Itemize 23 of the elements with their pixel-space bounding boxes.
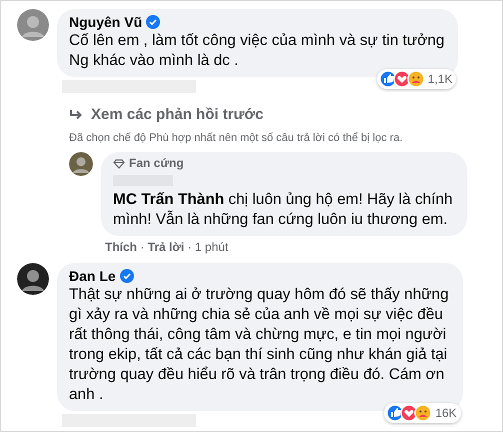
avatar[interactable] (17, 263, 49, 295)
reply-text: MC Trấn Thành chị luôn ủng hộ em! Hãy là chính mình! Vẫn là những fan cứng luôn iu thương em. (113, 190, 453, 230)
avatar[interactable] (69, 152, 93, 176)
diamond-icon (113, 158, 125, 168)
reaction-count: 1,1K (428, 71, 452, 88)
separator-dot: · (140, 240, 144, 254)
like-link[interactable]: Thích (105, 240, 137, 254)
fan-badge-label: Fan cứng (129, 156, 184, 171)
separator-dot: · (188, 240, 192, 254)
reaction-summary[interactable]: 16K (384, 403, 461, 423)
author-name[interactable]: Nguyên Vũ (69, 13, 142, 31)
reaction-count: 16K (435, 405, 457, 422)
comment-text: Thật sự những ai ở trường quay hôm đó sẽ thấy những gì xảy ra và những chia sẻ của anh về mọi sự việc đều rất thông thái, công tâm và chừng mực, e tin mọi người trong ekip, tất cả các bạn thí sinh cũng như khán giả tại trường quay đều hiểu rõ và trân trọng điều đó. Cám ơn anh . (69, 285, 449, 405)
reaction-icons (386, 404, 432, 422)
view-previous-replies-link[interactable]: Xem các phản hồi trước (91, 105, 264, 125)
reply-arrow-icon (69, 109, 83, 121)
timestamp: 1 phút (194, 240, 228, 254)
reply-link[interactable]: Trả lời (148, 240, 184, 254)
author-name[interactable]: Đan Le (69, 267, 116, 285)
filter-note: Đã chọn chế độ Phù hợp nhất nên một số câu trả lời có thể bị lọc ra. (69, 131, 404, 145)
reaction-icons (378, 70, 425, 88)
comment-text: Cố lên em , làm tốt công việc của mình và sự tin tưởng Ng khác vào mình là dc . (69, 31, 444, 71)
reaction-summary[interactable]: 1,1K (376, 69, 456, 89)
